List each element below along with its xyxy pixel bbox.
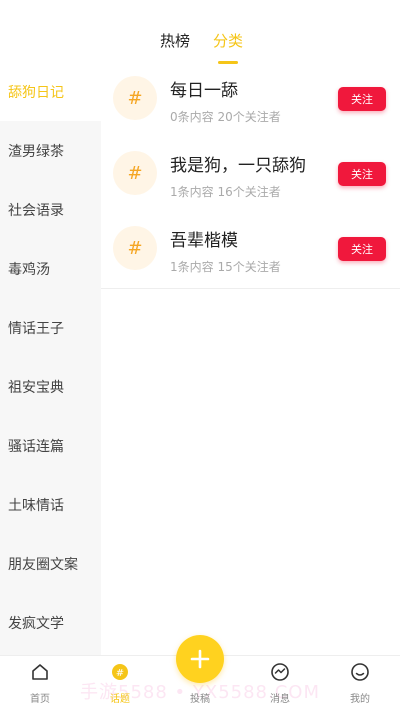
sidebar-item-tiangou-diary[interactable]: 舔狗日记 xyxy=(0,62,101,121)
sidebar-item-label: 发疯文学 xyxy=(8,615,64,632)
follow-button[interactable]: 关注 xyxy=(338,87,386,111)
hashtag-icon: # xyxy=(113,76,157,120)
sidebar-item-love-prince[interactable]: 情话王子 xyxy=(0,298,101,357)
sidebar-item-label: 毒鸡汤 xyxy=(8,261,50,278)
home-icon xyxy=(32,664,48,680)
sidebar-item-crazy-lit[interactable]: 发疯文学 xyxy=(0,593,101,652)
topic-title: 吾辈楷模 xyxy=(170,231,238,251)
follow-button[interactable]: 关注 xyxy=(338,162,386,186)
profile-icon xyxy=(351,663,369,681)
sidebar-item-label: 骚话连篇 xyxy=(8,438,64,455)
topic-icon: # xyxy=(112,664,128,680)
sidebar-item-zhanan-lvcha[interactable]: 渣男绿茶 xyxy=(0,121,101,180)
nav-message[interactable]: 消息 xyxy=(250,656,310,711)
sidebar-item-label: 情话王子 xyxy=(8,320,64,337)
nav-post[interactable]: 投稿 xyxy=(170,656,230,711)
topic-item[interactable]: # 每日一舔 0条内容 20个关注者 关注 xyxy=(101,62,400,138)
svg-text:#: # xyxy=(116,668,124,679)
topic-title: 每日一舔 xyxy=(170,81,238,101)
nav-profile[interactable]: 我的 xyxy=(330,656,390,711)
sidebar-item-label: 舔狗日记 xyxy=(8,84,64,101)
sidebar-item-zuan-guide[interactable]: 祖安宝典 xyxy=(0,357,101,416)
topic-meta: 0条内容 20个关注者 xyxy=(170,110,281,124)
sidebar-item-label: 朋友圈文案 xyxy=(8,556,78,573)
hashtag-icon: # xyxy=(113,151,157,195)
category-sidebar: 舔狗日记 渣男绿茶 社会语录 毒鸡汤 情话王子 祖安宝典 骚话连篇 土味情话 朋… xyxy=(0,62,101,655)
sidebar-item-flirty-talk[interactable]: 骚话连篇 xyxy=(0,416,101,475)
top-tab-bar: 热榜 分类 xyxy=(0,0,400,66)
sidebar-item-social-quotes[interactable]: 社会语录 xyxy=(0,180,101,239)
tab-category[interactable]: 分类 xyxy=(213,32,243,50)
topic-meta: 1条内容 16个关注者 xyxy=(170,185,281,199)
sidebar-item-moments-copy[interactable]: 朋友圈文案 xyxy=(0,534,101,593)
bottom-nav: 手游5588 • YX5588.COM 首页 # 话题 投稿 消息 我的 xyxy=(0,635,400,711)
follow-button[interactable]: 关注 xyxy=(338,237,386,261)
nav-topic-label: 话题 xyxy=(110,694,130,705)
nav-message-label: 消息 xyxy=(270,694,290,705)
sidebar-item-poison-soup[interactable]: 毒鸡汤 xyxy=(0,239,101,298)
sidebar-item-cheesy-lines[interactable]: 土味情话 xyxy=(0,475,101,534)
hashtag-icon: # xyxy=(113,226,157,270)
sidebar-item-label: 土味情话 xyxy=(8,497,64,514)
message-icon xyxy=(271,663,289,681)
sidebar-item-label: 社会语录 xyxy=(8,202,64,219)
nav-post-label: 投稿 xyxy=(190,694,210,705)
tab-hot-list[interactable]: 热榜 xyxy=(160,32,190,50)
sidebar-item-label: 渣男绿茶 xyxy=(8,143,64,160)
topic-title: 我是狗，一只舔狗 xyxy=(170,156,306,176)
nav-home-label: 首页 xyxy=(30,694,50,705)
nav-home[interactable]: 首页 xyxy=(10,656,70,711)
sidebar-item-label: 祖安宝典 xyxy=(8,379,64,396)
topic-item[interactable]: # 吾辈楷模 1条内容 15个关注者 关注 xyxy=(101,212,400,288)
topic-item[interactable]: # 我是狗，一只舔狗 1条内容 16个关注者 关注 xyxy=(101,137,400,213)
topic-meta: 1条内容 15个关注者 xyxy=(170,260,281,274)
nav-topic[interactable]: # 话题 xyxy=(90,656,150,711)
list-divider xyxy=(101,288,400,289)
nav-profile-label: 我的 xyxy=(350,694,370,705)
